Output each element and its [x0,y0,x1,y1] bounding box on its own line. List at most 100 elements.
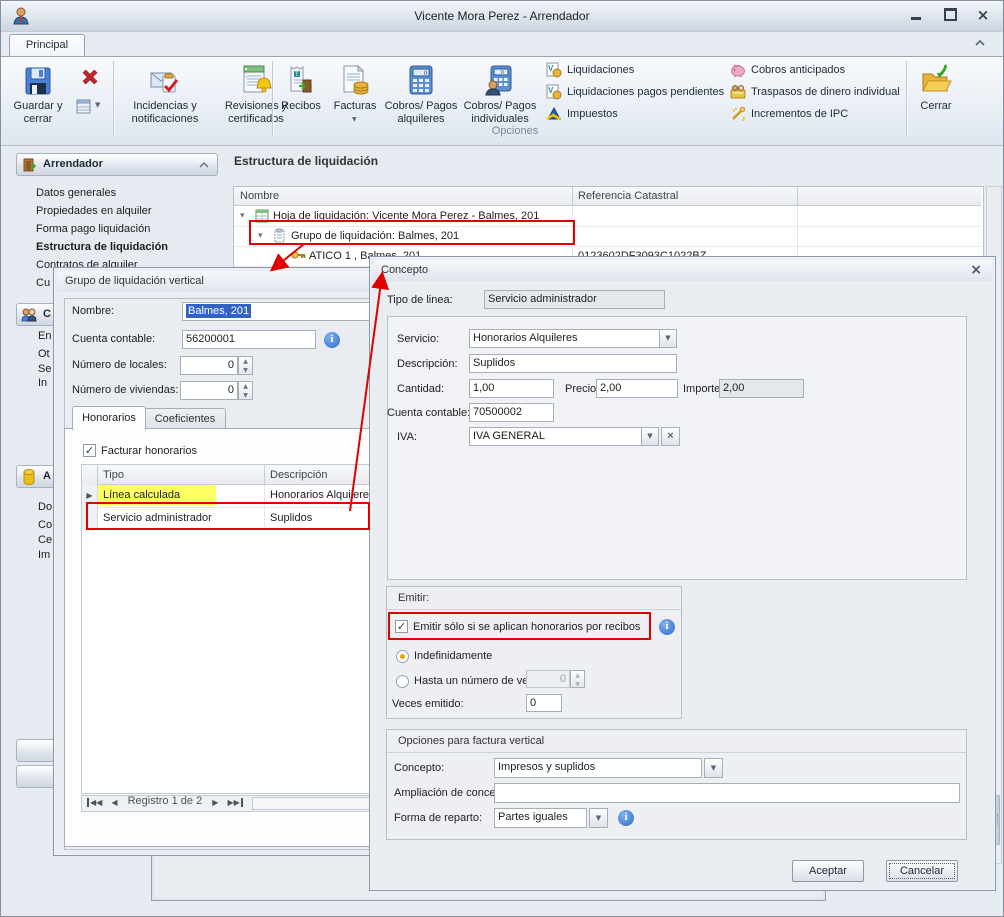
ribbon-separator [906,61,907,137]
ribbon-collapse-icon[interactable] [973,37,987,49]
nombre-field[interactable]: Balmes, 201 [182,302,380,321]
precio-field[interactable]: 2,00 [596,379,678,398]
cell-tipo: Servicio administrador [103,512,212,524]
info-icon[interactable]: i [659,619,675,635]
cuenta-contable-field[interactable]: 70500002 [469,403,554,422]
ampliacion-field[interactable] [494,783,960,803]
restore-button[interactable] [938,8,962,24]
iva-combo[interactable]: IVA GENERAL [469,427,659,446]
viviendas-value: 0 [228,384,234,396]
cancelar-button[interactable]: Cancelar [886,860,958,882]
tab-honorarios[interactable]: Honorarios [72,406,146,430]
info-icon[interactable]: i [324,332,340,348]
hasta-veces-radio[interactable] [396,675,409,688]
impuestos-button[interactable]: Impuestos [544,106,724,124]
traspasos-button[interactable]: Traspasos de dinero individual [728,84,918,102]
navigator-scrollbar[interactable] [252,797,374,810]
close-button[interactable]: × [971,8,995,24]
column-separator[interactable] [797,187,798,206]
prev-record-button[interactable]: ◀ [111,798,117,807]
sidebar-item[interactable]: Co [38,519,52,531]
grupo-liquidacion-icon [273,228,287,243]
tab-honorarios-label: Honorarios [82,412,136,424]
tab-principal[interactable]: Principal [9,34,85,57]
tipo-linea-field: Servicio administrador [484,290,665,309]
grid-row-servicio-administrador[interactable]: Servicio administrador Suplidos [82,507,376,530]
indefinidamente-radio[interactable] [396,650,409,663]
aceptar-label: Aceptar [809,865,847,877]
minimize-button[interactable] [904,8,928,24]
sidebar-item-forma-pago[interactable]: Forma pago liquidación [36,223,150,235]
forma-reparto-combo[interactable]: Partes iguales [494,808,587,828]
forma-reparto-dropdown-icon[interactable]: ▼ [589,808,608,828]
recibos-button[interactable]: T Recibos [275,60,327,140]
dialog-close-icon[interactable]: × [970,262,982,278]
expand-chevron-icon[interactable]: ▾ [240,211,245,221]
grupo-dialog-titlebar[interactable]: Grupo de liquidación vertical [57,271,379,292]
servicio-combo[interactable]: Honorarios Alquileres [469,329,677,348]
sidebar-item[interactable]: Im [38,549,50,561]
facturas-button[interactable]: Facturas ▼ [328,60,382,140]
sidebar-item-partial[interactable]: Cu [36,277,50,289]
last-record-button[interactable]: ▶▶ [227,798,242,807]
concepto-dialog: Concepto × Tipo de linea: Servicio admin… [369,256,996,891]
emitir-solo-checkbox[interactable]: ✓ [395,620,408,633]
liquidaciones-button[interactable]: V Liquidaciones [544,62,724,80]
descripcion-field[interactable]: Suplidos [469,354,677,373]
column-header-tipo[interactable]: Tipo [103,469,124,481]
expand-chevron-icon[interactable]: ▾ [258,231,263,241]
delete-button[interactable] [71,64,109,90]
column-header-descripcion[interactable]: Descripción [270,469,327,481]
sidebar-group-title: A [43,470,51,482]
aceptar-button[interactable]: Aceptar [792,860,864,882]
column-separator[interactable] [572,187,573,206]
liquidaciones-pendientes-button[interactable]: V Liquidaciones pagos pendientes [544,84,724,102]
tree-row-label: Grupo de liquidación: Balmes, 201 [291,230,459,242]
save-close-button[interactable]: Guardar y cerrar [9,60,67,140]
facturar-honorarios-checkbox[interactable]: ✓ [83,444,96,457]
cobros-anticipados-button[interactable]: Cobros anticipados [728,62,918,80]
column-header-referencia[interactable]: Referencia Catastral [578,190,678,202]
viviendas-field[interactable]: 0 [180,381,238,400]
incidencias-label: Incidencias y notificaciones [117,100,213,126]
sidebar-item[interactable]: En [38,330,51,342]
cuenta-contable-field[interactable]: 56200001 [182,330,316,349]
list-dropdown-button[interactable]: ▼ [71,95,109,119]
incidencias-button[interactable]: Incidencias y notificaciones [117,60,213,140]
cantidad-field[interactable]: 1,00 [469,379,554,398]
next-record-button[interactable]: ▶ [212,798,218,807]
iva-clear-button[interactable]: × [661,427,680,446]
cobros-alquileres-button[interactable]: 0 Cobros/ Pagos alquileres [384,60,458,140]
veces-emitido-field[interactable]: 0 [526,694,562,712]
column-separator[interactable] [264,465,265,485]
servicio-dropdown-icon[interactable]: ▼ [659,329,677,348]
grid-row-linea-calculada[interactable]: ▶ Línea calculada Honorarios Alquileres [82,485,376,508]
sidebar-group-arrendador[interactable]: Arrendador [16,153,218,176]
sidebar-item-propiedades[interactable]: Propiedades en alquiler [36,205,152,217]
sidebar-item-estructura[interactable]: Estructura de liquidación [36,241,168,253]
concepto-combo[interactable]: Impresos y suplidos [494,758,702,778]
first-record-button[interactable]: ◀◀ [87,798,102,807]
sidebar-item[interactable]: In [38,377,47,389]
tree-row-hoja[interactable]: ▾ Hoja de liquidación: Vicente Mora Pere… [234,206,981,227]
indefinidamente-label: Indefinidamente [414,650,492,662]
sidebar-item[interactable]: Ce [38,534,52,546]
sidebar-item-datos-generales[interactable]: Datos generales [36,187,116,199]
tree-row-grupo[interactable]: ▾ Grupo de liquidación: Balmes, 201 [234,226,981,247]
info-icon[interactable]: i [618,810,634,826]
cerrar-button[interactable]: Cerrar [909,60,963,140]
iva-dropdown-icon[interactable]: ▼ [641,427,659,446]
column-header-nombre[interactable]: Nombre [240,190,279,202]
iva-label: IVA: [397,431,417,443]
incrementos-ipc-button[interactable]: Incrementos de IPC [728,106,918,124]
sidebar-item[interactable]: Ot [38,348,50,360]
locales-field[interactable]: 0 [180,356,238,375]
sidebar-item[interactable]: Do [38,501,52,513]
locales-spinner[interactable]: ▲▼ [238,356,253,375]
concepto-dropdown-icon[interactable]: ▼ [704,758,723,778]
sidebar-item[interactable]: Se [38,363,51,375]
tab-coeficientes[interactable]: Coeficientes [144,408,226,430]
row-indicator [82,507,98,529]
concepto-dialog-titlebar[interactable]: Concepto × [373,260,992,281]
viviendas-spinner[interactable]: ▲▼ [238,381,253,400]
